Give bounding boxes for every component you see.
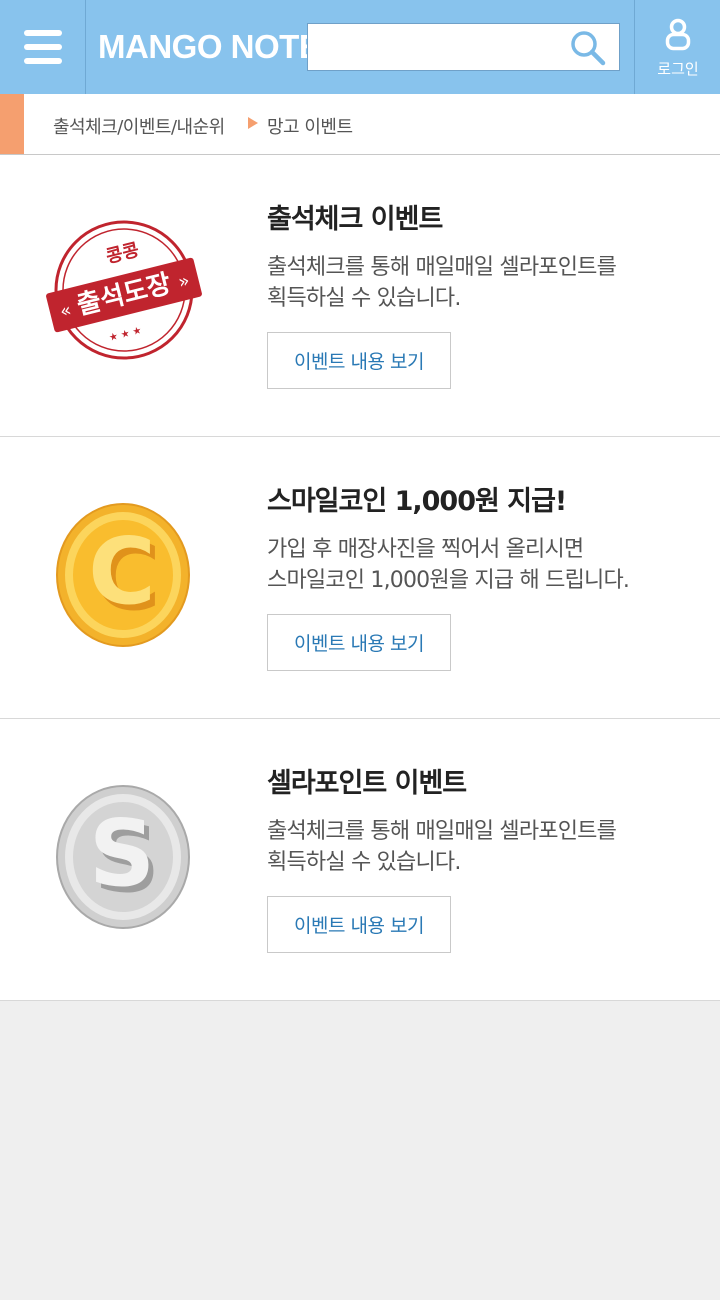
event-description: 가입 후 매장사진을 찍어서 올리시면 스마일코인 1,000원을 지급 해 드… bbox=[267, 534, 707, 596]
app-logo[interactable]: MANGO NOTE bbox=[98, 28, 321, 66]
breadcrumb-accent-bar bbox=[0, 94, 24, 154]
login-button[interactable]: 로그인 bbox=[634, 0, 720, 94]
event-title: 스마일코인 1,000원 지급! bbox=[267, 486, 567, 517]
search-icon[interactable] bbox=[570, 30, 606, 66]
breadcrumb-current: 망고 이벤트 bbox=[267, 117, 353, 138]
hamburger-menu-icon bbox=[24, 30, 62, 36]
top-bar: MANGO NOTE 로그인 bbox=[0, 0, 720, 94]
stamp-top-text: 콩콩 bbox=[104, 239, 141, 267]
event-description-line: 출석체크를 통해 매일매일 셀라포인트를 bbox=[267, 819, 617, 844]
event-description-line: 가입 후 매장사진을 찍어서 올리시면 bbox=[267, 537, 584, 562]
search-input[interactable] bbox=[308, 24, 558, 70]
view-event-button[interactable]: 이벤트 내용 보기 bbox=[267, 896, 451, 953]
event-title: 출석체크 이벤트 bbox=[267, 204, 443, 235]
svg-text:★ ★ ★: ★ ★ ★ bbox=[108, 325, 143, 344]
breadcrumb-parent-link[interactable]: 출석체크/이벤트/내순위 bbox=[53, 113, 225, 139]
gold-coin-c-icon: C C bbox=[56, 503, 190, 647]
search-box bbox=[307, 23, 620, 71]
breadcrumb-arrow-icon bbox=[248, 117, 258, 129]
view-event-button[interactable]: 이벤트 내용 보기 bbox=[267, 614, 451, 671]
menu-button[interactable] bbox=[0, 0, 86, 94]
breadcrumb: 출석체크/이벤트/내순위 망고 이벤트 bbox=[0, 94, 720, 155]
event-card-attendance: 콩콩 출석도장 « » ★ ★ ★ 출석체크 이벤트 출석체크를 통해 매일매일… bbox=[0, 155, 720, 437]
hamburger-line bbox=[24, 58, 62, 64]
attendance-stamp-icon: 콩콩 출석도장 « » ★ ★ ★ bbox=[46, 220, 202, 360]
event-description-line: 스마일코인 1,000원을 지급 해 드립니다. bbox=[267, 568, 630, 593]
event-description: 출석체크를 통해 매일매일 셀라포인트를 획득하실 수 있습니다. bbox=[267, 252, 707, 314]
user-icon bbox=[665, 18, 691, 51]
event-description-line: 출석체크를 통해 매일매일 셀라포인트를 bbox=[267, 255, 617, 280]
login-label: 로그인 bbox=[657, 60, 699, 78]
silver-coin-s-icon: S S bbox=[56, 785, 190, 929]
event-card-cella-point: S S 셀라포인트 이벤트 출석체크를 통해 매일매일 셀라포인트를 획득하실 … bbox=[0, 719, 720, 1001]
event-description-line: 획득하실 수 있습니다. bbox=[267, 850, 461, 875]
hamburger-line bbox=[24, 44, 62, 50]
view-event-button[interactable]: 이벤트 내용 보기 bbox=[267, 332, 451, 389]
event-description: 출석체크를 통해 매일매일 셀라포인트를 획득하실 수 있습니다. bbox=[267, 816, 707, 878]
event-title: 셀라포인트 이벤트 bbox=[267, 768, 467, 799]
coin-letter: S bbox=[89, 800, 155, 907]
coin-letter: C bbox=[88, 518, 156, 625]
event-card-smile-coin: C C 스마일코인 1,000원 지급! 가입 후 매장사진을 찍어서 올리시면… bbox=[0, 437, 720, 719]
event-description-line: 획득하실 수 있습니다. bbox=[267, 286, 461, 311]
